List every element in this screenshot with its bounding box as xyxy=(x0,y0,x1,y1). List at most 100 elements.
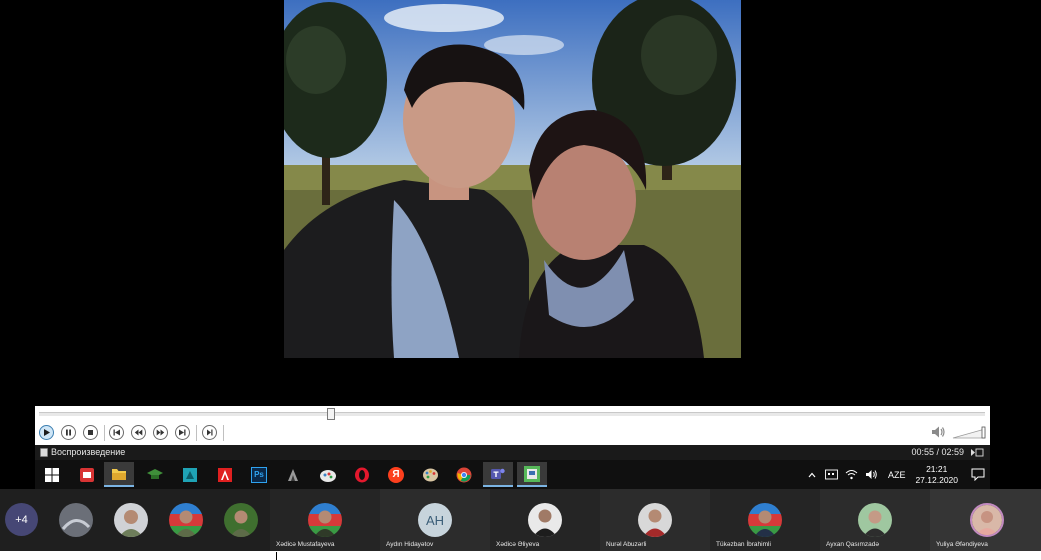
file-explorer-icon xyxy=(112,468,126,480)
next-button[interactable] xyxy=(175,425,190,440)
avatar-photo xyxy=(114,503,148,537)
paint-app-icon xyxy=(320,469,336,482)
clock[interactable]: 21:21 27.12.2020 xyxy=(915,464,958,486)
status-right-group: 00:55 / 02:59 xyxy=(911,445,984,460)
taskbar-app-explorer[interactable] xyxy=(104,462,134,487)
graduation-cap-icon xyxy=(147,468,163,479)
participant-tile[interactable]: Tükəzban İbrahimli xyxy=(710,489,820,551)
chrome-icon xyxy=(456,467,472,482)
participant-name: Xədicə Mustafayeva xyxy=(276,541,335,548)
participant-tile[interactable]: Xədicə Əliyeva xyxy=(490,489,600,551)
sound-icon xyxy=(866,470,878,479)
frame-step-icon xyxy=(207,429,213,436)
participant-avatar[interactable] xyxy=(114,503,148,537)
play-button[interactable] xyxy=(39,425,54,440)
taskbar-app-chrome[interactable] xyxy=(449,462,479,487)
taskbar-app-education[interactable] xyxy=(140,462,170,487)
photoshop-icon: Ps xyxy=(251,466,267,483)
text-cursor-icon xyxy=(276,552,277,560)
avatar-photo xyxy=(308,503,342,537)
rewind-button[interactable] xyxy=(131,425,146,440)
participant-avatar xyxy=(748,503,782,537)
status-left-group: Воспроизведение xyxy=(40,445,125,460)
volume-icon[interactable] xyxy=(930,424,946,440)
participant-name: Xədicə Əliyeva xyxy=(496,541,540,548)
media-player-controls: Воспроизведение 00:55 / 02:59 xyxy=(35,406,990,460)
show-hidden-icons-button[interactable] xyxy=(805,468,819,482)
avatar-photo xyxy=(858,503,892,537)
participant-name: Yuliya Əfəndiyeva xyxy=(936,541,988,548)
skip-previous-icon xyxy=(113,429,120,436)
taskbar-app-teams[interactable] xyxy=(483,462,513,487)
participant-tile[interactable]: Xədicə Mustafayeva xyxy=(270,489,380,551)
participant-avatar[interactable] xyxy=(59,503,93,537)
taskbar-app-opera[interactable] xyxy=(347,462,377,487)
volume-slider[interactable] xyxy=(951,424,987,440)
fast-forward-button[interactable] xyxy=(153,425,168,440)
participant-avatar[interactable] xyxy=(169,503,203,537)
language-indicator[interactable]: AZE xyxy=(888,470,906,480)
player-status-bar: Воспроизведение 00:55 / 02:59 xyxy=(35,445,990,460)
seek-bar[interactable] xyxy=(39,408,985,420)
adobe-acrobat-icon xyxy=(218,467,232,482)
stop-button[interactable] xyxy=(83,425,98,440)
bottom-edge xyxy=(0,551,1041,560)
avatar-photo xyxy=(59,503,93,537)
taskbar-app-media[interactable] xyxy=(175,462,205,487)
avatar-photo xyxy=(638,503,672,537)
avatar-photo xyxy=(169,503,203,537)
participant-name: Aydın Hidayətov xyxy=(386,541,434,548)
participant-name: Tükəzban İbrahimli xyxy=(716,541,771,548)
pause-icon xyxy=(66,429,71,436)
taskbar-app-photoshop[interactable]: Ps xyxy=(244,462,274,487)
keyboard-icon xyxy=(825,469,839,480)
frame-step-button[interactable] xyxy=(202,425,217,440)
participant-avatar xyxy=(308,503,342,537)
notification-icon xyxy=(971,468,985,481)
yandex-browser-icon: Я xyxy=(388,466,404,483)
taskbar-app-palette[interactable] xyxy=(415,462,445,487)
participant-avatar xyxy=(638,503,672,537)
avatar-photo xyxy=(528,503,562,537)
taskbar-app-paint[interactable] xyxy=(313,462,343,487)
start-button[interactable] xyxy=(37,462,67,487)
participant-tile[interactable]: Nurəl Abuzərli xyxy=(600,489,710,551)
participant-avatar[interactable] xyxy=(224,503,258,537)
controls-divider xyxy=(196,425,197,441)
taskbar-app-media-player[interactable] xyxy=(517,462,547,487)
video-stage[interactable] xyxy=(0,0,1041,406)
chevron-up-icon xyxy=(808,472,816,477)
playback-controls xyxy=(35,422,990,444)
media-app-icon xyxy=(183,467,197,482)
windows-taskbar: Ps Я AZE 21:21 27.12.2020 xyxy=(35,460,990,489)
previous-button[interactable] xyxy=(109,425,124,440)
mode-toggle-icon[interactable] xyxy=(970,448,984,457)
participant-tile[interactable]: Ayxan Qasımzadə xyxy=(820,489,930,551)
participant-avatar xyxy=(528,503,562,537)
pdf-reader-icon xyxy=(80,467,94,482)
participant-tile[interactable]: Yuliya Əfəndiyeva xyxy=(930,489,1041,551)
taskbar-app-pdf[interactable] xyxy=(72,462,102,487)
seek-thumb[interactable] xyxy=(326,408,335,420)
system-tray: AZE 21:21 27.12.2020 xyxy=(802,460,990,489)
input-method-icon[interactable] xyxy=(825,468,839,482)
pause-button[interactable] xyxy=(61,425,76,440)
wifi-icon[interactable] xyxy=(845,468,859,482)
play-icon xyxy=(44,429,50,436)
video-frame-photo xyxy=(284,0,741,358)
participant-tile[interactable]: AH Aydın Hidayətov xyxy=(380,489,490,551)
participant-initials-avatar: AH xyxy=(418,503,452,537)
controls-divider xyxy=(104,425,105,441)
taskbar-app-vector[interactable] xyxy=(278,462,308,487)
notification-center-button[interactable] xyxy=(966,460,990,489)
participant-name: Nurəl Abuzərli xyxy=(606,541,647,548)
avatar-photo xyxy=(748,503,782,537)
clock-time: 21:21 xyxy=(926,463,948,474)
speaker-icon[interactable] xyxy=(865,468,879,482)
avatar-photo xyxy=(972,505,1002,535)
taskbar-app-yandex[interactable]: Я xyxy=(381,462,411,487)
taskbar-app-acrobat[interactable] xyxy=(210,462,240,487)
playback-status-text: Воспроизведение xyxy=(51,447,126,457)
more-participants-badge[interactable]: +4 xyxy=(5,503,38,536)
stop-icon xyxy=(88,430,93,435)
